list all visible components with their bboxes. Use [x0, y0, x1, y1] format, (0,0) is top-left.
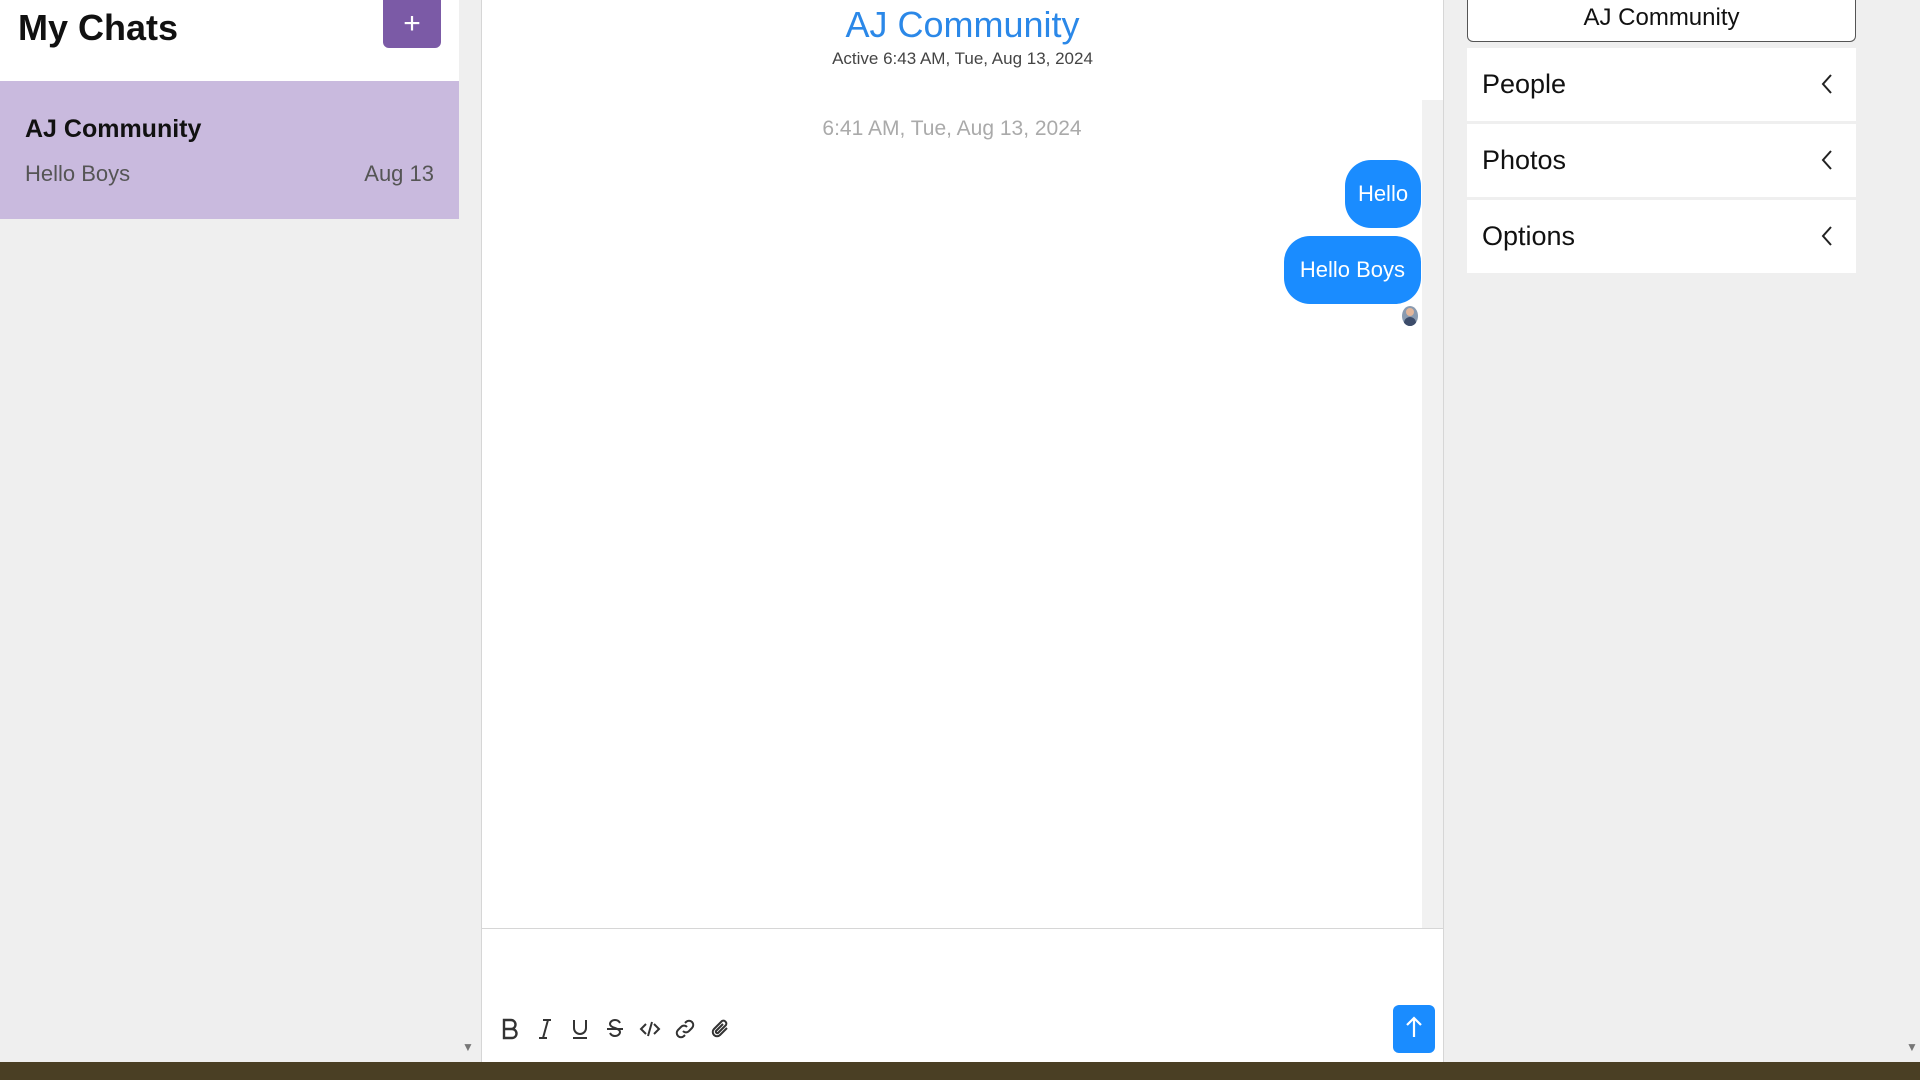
message-bubble: Hello Boys [1283, 236, 1421, 304]
chat-list-sidebar: My Chats + AJ Community Hello Boys Aug 1… [0, 0, 459, 1062]
read-receipt-avatar [1402, 306, 1418, 326]
options-label: Options [1482, 221, 1576, 251]
message-feed [482, 100, 1422, 928]
code-icon[interactable] [636, 1015, 664, 1043]
chat-list-title: My Chats [18, 7, 179, 48]
chat-card[interactable]: AJ Community Hello Boys Aug 13 [0, 81, 459, 219]
chevron-left-icon [1821, 226, 1832, 246]
attachment-icon[interactable] [706, 1015, 734, 1043]
arrow-up-icon [1404, 1015, 1424, 1044]
photos-section[interactable]: Photos [1467, 124, 1856, 197]
people-section[interactable]: People [1467, 48, 1856, 121]
link-icon[interactable] [671, 1015, 699, 1043]
chat-card-title: AJ Community [25, 115, 202, 143]
message-scrollbar[interactable] [1422, 100, 1443, 928]
chat-card-preview: Hello Boys [25, 161, 131, 186]
underline-icon[interactable] [566, 1015, 594, 1043]
new-chat-button[interactable]: + [383, 0, 441, 48]
taskbar [0, 1062, 1920, 1080]
formatting-toolbar [482, 997, 1443, 1062]
chat-list-header: My Chats + [0, 0, 459, 81]
options-section[interactable]: Options [1467, 200, 1856, 273]
photos-label: Photos [1482, 145, 1567, 175]
chat-panel: AJ Community Active 6:43 AM, Tue, Aug 13… [481, 0, 1444, 1062]
strikethrough-icon[interactable] [601, 1015, 629, 1043]
message-bubble: Hello [1345, 160, 1421, 228]
chat-title: AJ Community [845, 4, 1080, 45]
chat-active-status: Active 6:43 AM, Tue, Aug 13, 2024 [832, 49, 1093, 68]
scroll-down-arrow-icon[interactable]: ▼ [462, 1040, 474, 1054]
chevron-left-icon [1821, 74, 1832, 94]
chevron-left-icon [1821, 150, 1832, 170]
message-timestamp: 6:41 AM, Tue, Aug 13, 2024 [822, 117, 1082, 140]
bold-icon[interactable] [496, 1015, 524, 1043]
message-input[interactable] [482, 928, 1443, 998]
people-label: People [1482, 69, 1567, 99]
chat-card-date: Aug 13 [364, 161, 434, 186]
send-button[interactable] [1393, 1005, 1435, 1053]
scroll-down-arrow-icon[interactable]: ▼ [1906, 1040, 1918, 1054]
italic-icon[interactable] [531, 1015, 559, 1043]
details-title: AJ Community [1467, 0, 1856, 42]
